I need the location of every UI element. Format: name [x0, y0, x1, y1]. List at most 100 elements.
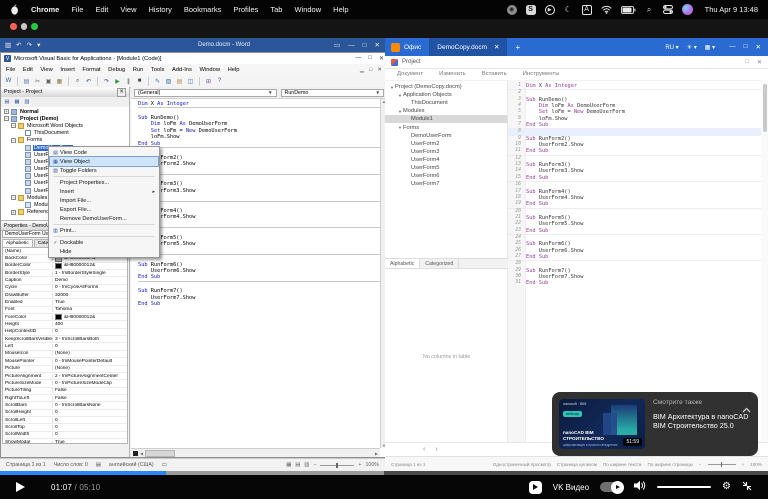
zoom-slider[interactable] — [320, 465, 354, 466]
menubar-item-bookmarks[interactable]: Bookmarks — [184, 5, 222, 14]
office-minimize-button[interactable]: — — [729, 43, 736, 51]
help-icon[interactable]: ? — [215, 77, 224, 86]
collapse-icon[interactable]: − — [11, 195, 16, 200]
menubar-item-history[interactable]: History — [149, 5, 172, 14]
vba-menu-insert[interactable]: Insert — [60, 67, 75, 73]
word-minimize-button[interactable]: — — [348, 42, 355, 49]
layout-icon[interactable]: ▦ ▾ — [705, 44, 715, 51]
volume-icon[interactable] — [634, 478, 646, 496]
view-mode-item-2[interactable]: По ширине текста — [603, 462, 641, 467]
menubar-clock[interactable]: Thu Apr 9 13:48 — [705, 5, 758, 14]
vba-menu-tools[interactable]: Tools — [151, 67, 165, 73]
code-line[interactable]: 16 — [508, 181, 761, 188]
toggle-folders-icon[interactable]: ▧ — [23, 98, 31, 106]
context-menu-item-export-file[interactable]: Export File... — [50, 205, 158, 214]
vba-menu-run[interactable]: Run — [133, 67, 144, 73]
wifi-icon[interactable] — [601, 4, 612, 15]
office-app-label[interactable]: Офис — [404, 44, 421, 51]
property-row[interactable]: PictureTilingFalse — [3, 388, 127, 395]
find-icon[interactable]: ⌕ — [73, 77, 82, 86]
vba-close-button[interactable]: ✕ — [379, 55, 384, 62]
office-tree-item-userform5[interactable]: UserForm5 — [385, 164, 507, 172]
office-tree-item-demouserform[interactable]: DemoUserForm — [385, 132, 507, 140]
code-line[interactable] — [138, 201, 380, 208]
office-zoom-in-icon[interactable]: + — [742, 462, 745, 467]
battery-icon[interactable] — [621, 4, 636, 15]
word-close-button[interactable]: ✕ — [375, 41, 380, 49]
spotlight-icon[interactable]: ⌕ — [645, 4, 654, 15]
prev-page-icon[interactable]: ‹ — [423, 446, 425, 453]
word-count[interactable]: Число слов: 0 — [54, 462, 88, 468]
vba-menu-help[interactable]: Help — [228, 67, 240, 73]
project-tree-item-thisdocument[interactable]: ThisDocument — [1, 130, 129, 137]
expand-icon[interactable]: + — [4, 109, 9, 114]
office-zoom-slider[interactable] — [708, 464, 736, 465]
menubar-item-help[interactable]: Help — [333, 5, 348, 14]
project-explorer-icon[interactable]: ▧ — [164, 77, 173, 86]
collapse-icon[interactable] — [742, 478, 752, 496]
split-handle[interactable] — [133, 451, 138, 456]
volume-slider[interactable] — [657, 486, 711, 488]
zoom-out-icon[interactable]: − — [313, 462, 316, 468]
property-row[interactable]: ScrollLeft0 — [3, 417, 127, 424]
project-tree-item-microsoft-word-objects[interactable]: −Microsoft Word Objects — [1, 122, 129, 129]
office-scrollbar[interactable] — [761, 80, 768, 443]
control-center-icon[interactable] — [663, 4, 673, 15]
menubar-item-window[interactable]: Window — [294, 5, 321, 14]
context-menu-item-print[interactable]: ▥Print... — [50, 226, 158, 235]
property-row[interactable]: ScrollHeight0 — [3, 410, 127, 417]
code-editor[interactable]: Dim X As Integer Sub RunDemo() Dim loFm … — [131, 99, 380, 448]
zoom-in-icon[interactable]: + — [358, 462, 361, 468]
office-tree-item-userform2[interactable]: UserForm2 — [385, 140, 507, 148]
property-row[interactable]: PictureSizeMode0 - fmPictureSizeModeClip — [3, 380, 127, 387]
design-mode-icon[interactable]: ✎ — [153, 77, 162, 86]
properties-window-icon[interactable]: ▤ — [175, 77, 184, 86]
undo-icon[interactable]: ↶ — [16, 41, 21, 49]
paste-icon[interactable]: ▦ — [55, 77, 64, 86]
playback-icon[interactable]: ▶ — [545, 5, 555, 15]
vba-maximize-button[interactable]: □ — [368, 55, 372, 62]
view-mode-item-3[interactable]: По ширине страницы — [647, 462, 692, 467]
next-page-icon[interactable]: › — [435, 446, 437, 453]
panel-maximize-icon[interactable]: □ — [745, 59, 749, 66]
office-menu-item-1[interactable]: Изменить — [439, 71, 466, 77]
office-maximize-button[interactable]: □ — [744, 43, 748, 51]
office-menu-item-0[interactable]: Документ — [397, 71, 423, 77]
reset-icon[interactable]: ■ — [135, 77, 144, 86]
suggested-video-overlay[interactable]: nanosoft · BIM вебинар nanoCAD BIM СТРОИ… — [552, 392, 758, 456]
collapse-icon[interactable]: − — [4, 116, 9, 121]
redo-icon[interactable]: ↷ — [102, 77, 111, 86]
menubar-item-file[interactable]: File — [71, 5, 83, 14]
property-row[interactable]: BorderStyle1 - fmBorderStyleSingle — [3, 270, 127, 277]
office-tab-alphabetic[interactable]: Alphabetic — [385, 259, 420, 268]
vba-minimize-button[interactable]: — — [355, 55, 361, 62]
office-tree-item-thisdocument[interactable]: ThisDocument — [385, 99, 507, 107]
view-word-icon[interactable]: W — [4, 77, 13, 86]
office-tree-item-module1[interactable]: Module1 — [385, 115, 507, 123]
context-menu-item-hide[interactable]: Hide — [50, 247, 158, 256]
view-code-icon[interactable]: ▤ — [3, 98, 11, 106]
code-line[interactable] — [138, 147, 380, 154]
zoom-traffic-light[interactable] — [31, 23, 38, 30]
code-line[interactable]: 12 — [508, 155, 761, 162]
focus-moon-icon[interactable]: ☾ — [564, 4, 573, 15]
apple-menu-icon[interactable] — [10, 4, 19, 15]
project-tree-item-project-demo[interactable]: −Project (Demo) — [1, 115, 129, 122]
object-dropdown[interactable]: (General) ▼ — [134, 89, 277, 97]
context-menu-item-import-file[interactable]: Import File... — [50, 196, 158, 205]
print-layout-icon[interactable]: ▤ — [295, 462, 300, 468]
project-panel-close-icon[interactable]: ✕ — [117, 88, 126, 97]
zoom-level[interactable]: 100% — [365, 462, 379, 468]
context-menu-item-remove-demouserform[interactable]: Remove DemoUserForm... — [50, 214, 158, 223]
vba-menu-window[interactable]: Window — [199, 67, 220, 73]
code-line[interactable]: 31End Sub — [508, 280, 761, 286]
mdi-close-icon[interactable]: ✕ — [377, 67, 382, 73]
property-row[interactable]: KeepScrollBarsVisible3 - fmScrollBarsBot… — [3, 336, 127, 343]
office-menu-item-3[interactable]: Инструменты — [523, 71, 560, 77]
run-icon[interactable]: ▶ — [113, 77, 122, 86]
vk-video-label[interactable]: VK Видео — [553, 483, 589, 492]
collapse-icon[interactable]: − — [11, 138, 16, 143]
property-row[interactable]: EnabledTrue — [3, 299, 127, 306]
ribbon-options-icon[interactable]: ▭ — [334, 41, 340, 49]
macro-recording-icon[interactable]: ▭ — [162, 462, 167, 468]
